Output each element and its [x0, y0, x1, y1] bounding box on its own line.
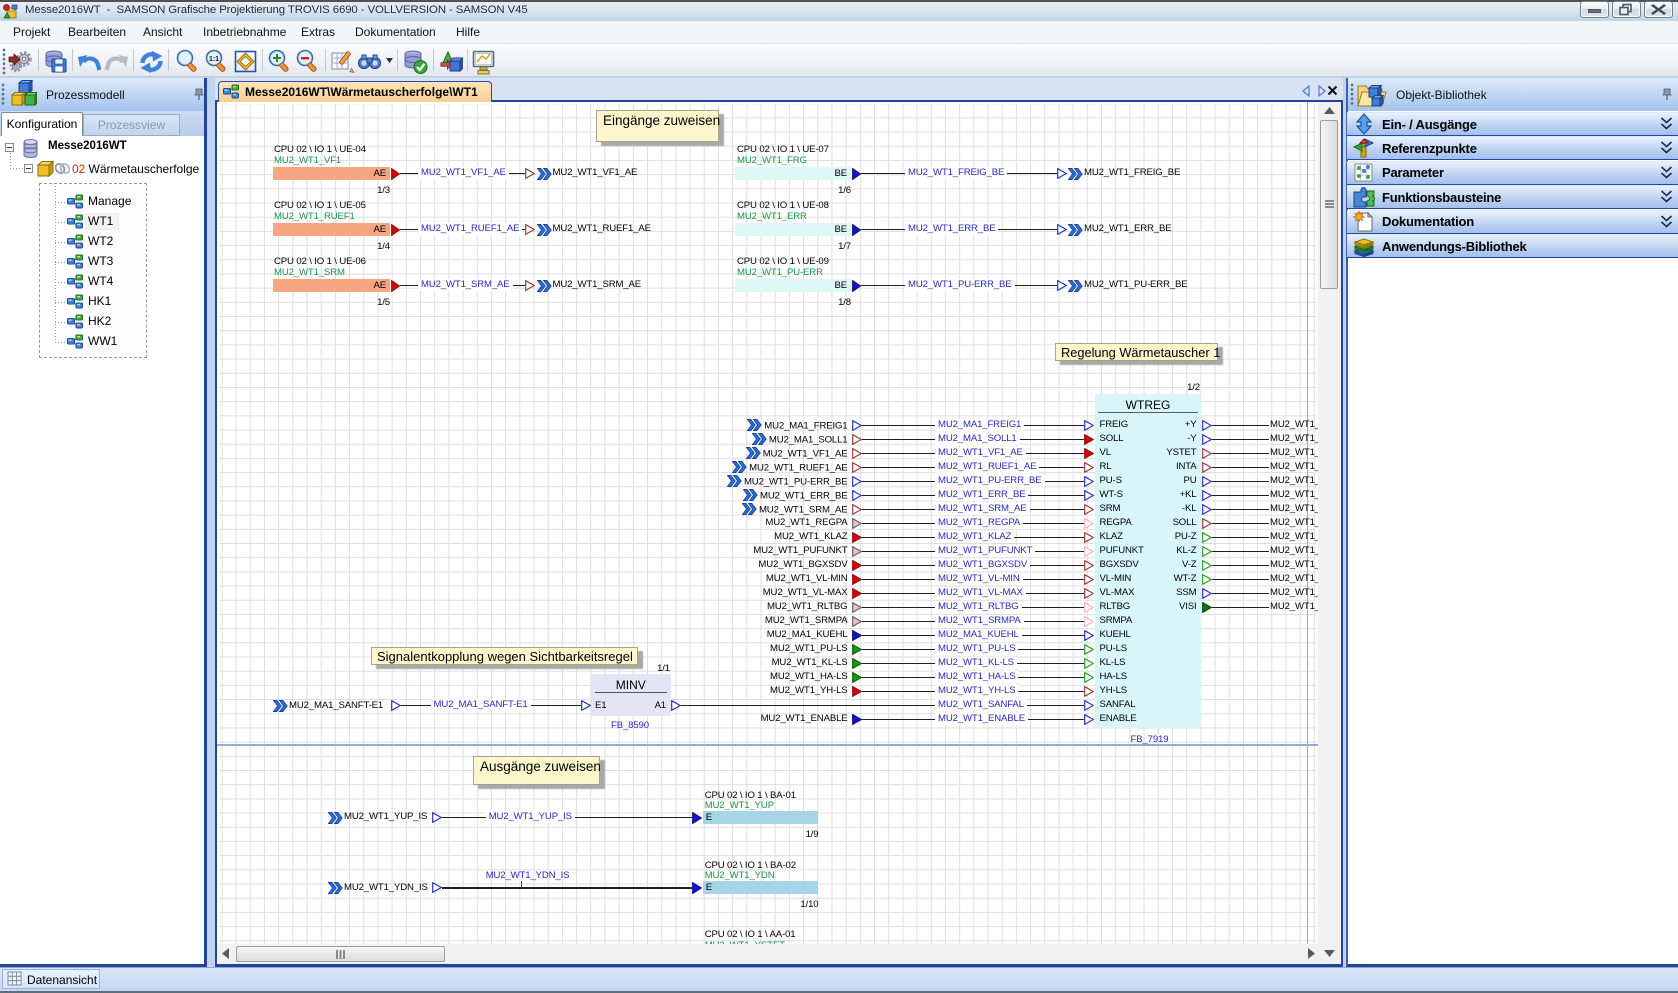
svg-text:1:1: 1:1 — [209, 56, 219, 63]
